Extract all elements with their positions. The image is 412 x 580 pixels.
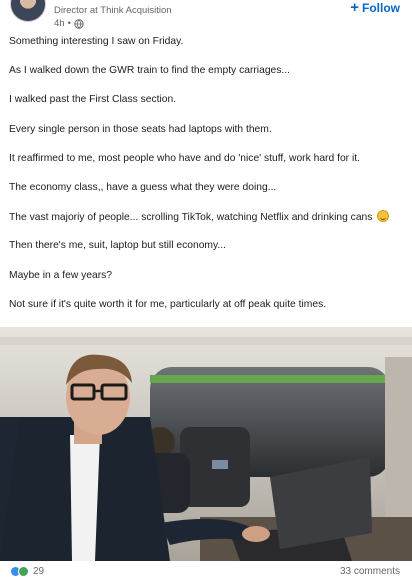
follow-label: Follow (362, 1, 400, 15)
post-meta: 4h • (54, 18, 84, 29)
globe-icon (74, 18, 84, 29)
meta-separator: • (67, 18, 71, 29)
author-headline: Director at Think Acquisition (54, 5, 172, 16)
post-paragraph: It reaffirmed to me, most people who hav… (9, 152, 360, 164)
post-time: 4h (54, 18, 65, 29)
post-paragraph-with-emoji: The vast majoriy of people... scrolling … (9, 210, 407, 239)
comments-count-link[interactable]: 33 comments (340, 566, 400, 577)
follow-button[interactable]: + Follow (350, 0, 400, 16)
reactions-summary[interactable]: 29 (10, 566, 44, 577)
grinning-sweat-emoji-icon (377, 210, 390, 223)
reaction-count: 29 (33, 566, 45, 577)
post-paragraph: The economy class,, have a guess what th… (9, 181, 277, 193)
celebrate-reaction-icon (18, 566, 29, 577)
post-paragraph: Maybe in a few years? (9, 269, 113, 281)
post-paragraph: Then there's me, suit, laptop but still … (9, 240, 226, 252)
post-paragraph: As I walked down the GWR train to find t… (9, 65, 290, 77)
post-footer: 29 33 comments (0, 563, 412, 580)
post-header: Director at Think Acquisition 4h • + Fol… (0, 0, 412, 34)
author-avatar[interactable] (10, 0, 46, 22)
post-paragraph: I walked past the First Class section. (9, 94, 177, 106)
post-paragraph: The vast majoriy of people... scrolling … (9, 212, 373, 224)
post-image[interactable] (0, 327, 412, 561)
post-paragraph: Every single person in those seats had l… (9, 123, 272, 135)
post-paragraph: Not sure if it's quite worth it for me, … (9, 298, 327, 310)
post-paragraph: Something interesting I saw on Friday. (9, 36, 184, 47)
plus-icon: + (350, 0, 359, 16)
post-body: Something interesting I saw on Friday. A… (9, 35, 407, 327)
train-selfie-illustration (0, 327, 412, 561)
